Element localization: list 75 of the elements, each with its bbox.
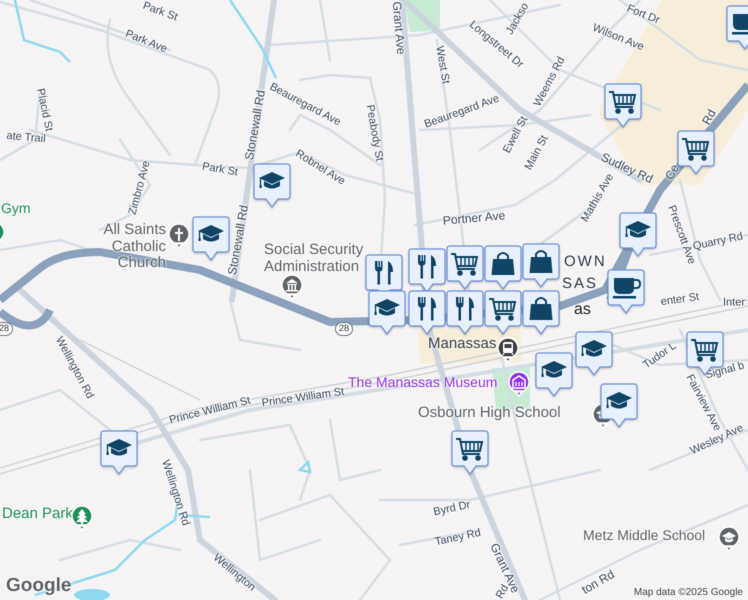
tree-icon[interactable] xyxy=(71,505,93,531)
map-marker[interactable] xyxy=(446,290,484,336)
fork-and-knife-icon xyxy=(375,261,393,284)
street-label: Taney Rd xyxy=(434,528,482,548)
coffee-cup-icon xyxy=(732,14,748,34)
route-shield: 28 xyxy=(335,322,353,336)
shopping-cart-icon xyxy=(609,91,636,114)
street-label: Park St xyxy=(201,161,239,179)
street-label: Quarry Rd xyxy=(692,231,744,253)
building-icon[interactable] xyxy=(281,274,303,300)
map-marker[interactable] xyxy=(619,212,657,258)
map-marker[interactable] xyxy=(535,352,573,398)
street-label: Inter xyxy=(723,298,745,308)
map-marker[interactable] xyxy=(484,245,522,291)
place-label[interactable]: Dean Park xyxy=(2,506,73,522)
map-marker[interactable] xyxy=(484,290,522,336)
place-label[interactable]: OWN xyxy=(564,254,607,270)
map-marker[interactable] xyxy=(522,290,560,336)
building-icon[interactable] xyxy=(508,371,530,397)
map-marker[interactable] xyxy=(368,290,406,336)
place-label[interactable]: SAS xyxy=(562,276,598,292)
place-label[interactable]: as xyxy=(574,301,591,319)
street-label: Peabody St xyxy=(364,104,384,162)
street-label: Park Ave xyxy=(124,28,168,56)
map-marker[interactable] xyxy=(408,290,446,336)
street-label: ate Trail xyxy=(6,130,46,146)
street-label: Fort Dr xyxy=(625,4,661,26)
map-marker[interactable] xyxy=(604,83,642,129)
coffee-cup-icon xyxy=(613,278,641,298)
fork-and-knife-icon xyxy=(418,255,436,278)
map-marker[interactable] xyxy=(607,269,645,315)
street-label: Prince William St xyxy=(168,396,252,426)
place-label[interactable]: The Manassas Museum xyxy=(348,375,498,390)
street-label: enter St xyxy=(660,292,700,308)
shopping-cart-icon xyxy=(691,339,718,362)
place-label[interactable]: Social Security Administration xyxy=(264,242,404,275)
shopping-cart-icon xyxy=(682,138,710,161)
map-marker[interactable] xyxy=(522,243,560,289)
map-marker[interactable] xyxy=(446,245,484,291)
shopping-bag-icon xyxy=(530,297,552,320)
shopping-cart-icon xyxy=(489,298,516,321)
street-label: Prince William St xyxy=(261,386,345,410)
map-marker[interactable] xyxy=(575,331,613,377)
map-marker[interactable] xyxy=(677,130,715,176)
place-label[interactable]: Metz Middle School xyxy=(583,528,706,544)
park-area xyxy=(404,0,440,32)
street-label: Rd xyxy=(700,107,718,127)
street-label: Stonewall Rd xyxy=(226,204,250,276)
shopping-cart-icon xyxy=(456,438,484,461)
street-label: Park St xyxy=(141,0,179,24)
street-label: Stonewall Rd xyxy=(242,89,268,161)
fork-and-knife-icon xyxy=(418,297,436,320)
fork-and-knife-icon xyxy=(456,297,474,320)
street-label: Portner Ave xyxy=(442,209,506,227)
street-label: Ce xyxy=(663,162,681,182)
train-icon[interactable] xyxy=(497,337,519,363)
shopping-cart-icon xyxy=(451,253,478,276)
google-logo: Google xyxy=(6,575,72,597)
map-marker[interactable] xyxy=(100,430,138,476)
map-marker[interactable] xyxy=(600,383,638,429)
street-label: West St xyxy=(433,45,451,85)
cross-icon[interactable] xyxy=(168,223,190,249)
place-label[interactable]: Osbourn High School xyxy=(418,405,561,422)
street-label: Zimbro Ave xyxy=(128,160,152,216)
street-label: Grant Ave xyxy=(390,1,408,55)
street-label: Placid St xyxy=(34,88,54,132)
street-label: ton Rd xyxy=(580,568,616,596)
place-label[interactable]: Gym xyxy=(1,201,31,216)
lake xyxy=(74,589,110,600)
street-label: Byrd Dr xyxy=(432,500,472,518)
map-marker[interactable] xyxy=(451,430,489,476)
map-marker[interactable] xyxy=(192,216,230,262)
map-marker[interactable] xyxy=(253,163,291,209)
shopping-bag-icon xyxy=(530,250,552,273)
shopping-bag-icon xyxy=(492,252,514,275)
